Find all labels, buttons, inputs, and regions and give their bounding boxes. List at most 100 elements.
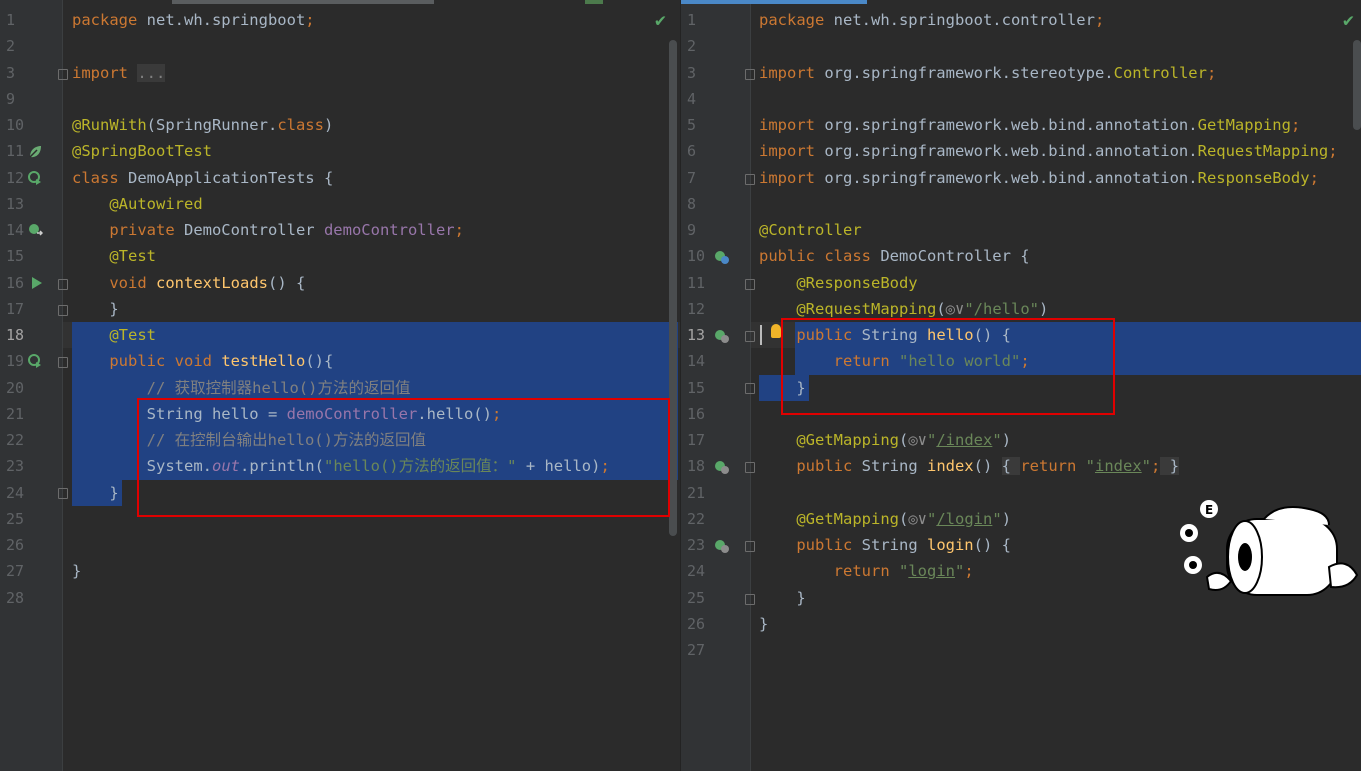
code-text[interactable]: public String index() { return "index"; … (759, 453, 1180, 479)
code-text[interactable]: @GetMapping(◎∨"/login") (759, 506, 1011, 532)
fold-marker[interactable] (58, 357, 68, 368)
code-text[interactable]: // 获取控制器hello()方法的返回值 (72, 375, 411, 401)
line-number: 4 (687, 89, 697, 108)
code-line[interactable]: 11 @SpringBootTest (0, 138, 680, 164)
code-line[interactable]: 4 (681, 86, 1361, 112)
left-editor-pane[interactable]: 1 package net.wh.springboot; 2 3 import ... 9… (0, 0, 680, 771)
code-line[interactable]: 3 import ... (0, 60, 680, 86)
code-line[interactable]: 26 (0, 532, 680, 558)
fold-marker[interactable] (58, 488, 68, 499)
fold-marker[interactable] (58, 279, 68, 290)
code-line[interactable]: 26} (681, 611, 1361, 637)
code-line[interactable]: 15 @Test (0, 243, 680, 269)
code-text[interactable]: private DemoController demoController; (72, 217, 464, 243)
code-line[interactable]: 9 @Controller (681, 217, 1361, 243)
request-mapping-icon[interactable] (714, 459, 730, 475)
fold-marker[interactable] (745, 462, 755, 473)
spring-bean-icon[interactable] (27, 144, 43, 160)
code-line[interactable]: 11 @ResponseBody (681, 270, 1361, 296)
fold-marker[interactable] (58, 305, 68, 316)
left-scrollbar[interactable] (669, 40, 677, 536)
code-text[interactable]: void contextLoads() { (72, 270, 305, 296)
spring-bean-icon[interactable] (714, 249, 730, 265)
code-line[interactable]: 19 public void testHello(){ (0, 348, 680, 374)
code-line[interactable]: 1 package net.wh.springboot; (0, 7, 680, 33)
code-line[interactable]: 16 void contextLoads() { (0, 270, 680, 296)
line-number: 28 (6, 588, 25, 607)
code-text[interactable]: @RunWith(SpringRunner.class) (72, 112, 333, 138)
line-number: 5 (687, 116, 697, 134)
code-text[interactable]: @Test (72, 243, 156, 269)
code-line[interactable]: 2 (0, 33, 680, 59)
code-text[interactable]: public class DemoController { (759, 243, 1030, 269)
line-number: 7 (687, 168, 697, 187)
line-number: 2 (687, 37, 697, 56)
code-line[interactable]: 7 import org.springframework.web.bind.ann… (681, 165, 1361, 191)
code-line[interactable]: 8 (681, 191, 1361, 217)
fold-marker[interactable] (745, 594, 755, 605)
code-text[interactable]: @Test (72, 322, 156, 348)
code-text[interactable]: @Autowired (72, 191, 202, 217)
right-scrollbar[interactable] (1353, 40, 1361, 130)
code-text[interactable]: import org.springframework.stereotype.Co… (759, 60, 1216, 86)
fold-marker[interactable] (745, 383, 755, 394)
request-mapping-icon[interactable] (714, 538, 730, 554)
right-editor-pane[interactable]: 1 package net.wh.springboot.controller; 2 3… (681, 0, 1361, 771)
code-text[interactable]: import ... (72, 60, 166, 86)
fold-marker[interactable] (745, 541, 755, 552)
code-text[interactable]: } (759, 585, 805, 611)
code-line[interactable]: 17 @GetMapping(◎∨"/index") (681, 427, 1361, 453)
code-text[interactable]: import org.springframework.web.bind.anno… (759, 165, 1319, 191)
code-text[interactable]: @ResponseBody (759, 270, 917, 296)
code-line[interactable]: 6 import org.springframework.web.bind.ann… (681, 138, 1361, 164)
code-text[interactable]: } (72, 296, 118, 322)
fold-marker[interactable] (745, 331, 755, 342)
line-number: 22 (687, 509, 706, 528)
code-line[interactable]: 27 (681, 637, 1361, 663)
code-line[interactable]: 27} (0, 558, 680, 584)
code-line[interactable]: 20 // 获取控制器hello()方法的返回值 (0, 375, 680, 401)
code-text[interactable]: package net.wh.springboot; (72, 7, 315, 33)
fold-marker[interactable] (745, 69, 755, 80)
line-number: 15 (6, 247, 25, 266)
code-line[interactable]: 10 @RunWith(SpringRunner.class) (0, 112, 680, 138)
code-line[interactable]: 9 (0, 86, 680, 112)
fold-marker[interactable] (745, 174, 755, 185)
code-text[interactable]: @Controller (759, 217, 862, 243)
code-text[interactable]: } (759, 611, 768, 637)
code-text[interactable]: @GetMapping(◎∨"/index") (759, 427, 1011, 453)
code-text[interactable]: class DemoApplicationTests { (72, 165, 333, 191)
code-line[interactable]: 2 (681, 33, 1361, 59)
code-line[interactable]: 14 private DemoController demoController… (0, 217, 680, 243)
lightbulb-icon[interactable] (771, 324, 781, 338)
request-mapping-icon[interactable] (714, 328, 730, 344)
fold-marker[interactable] (58, 69, 68, 80)
run-test-method-icon[interactable] (27, 353, 43, 369)
code-line[interactable]: 17 } (0, 296, 680, 322)
code-line[interactable]: 18 public String index() { return "index… (681, 453, 1361, 479)
line-number: 24 (6, 483, 25, 502)
code-line[interactable]: 1 package net.wh.springboot.controller; (681, 7, 1361, 33)
code-line[interactable]: 18 @Test (0, 322, 680, 348)
code-line[interactable]: 5 import org.springframework.web.bind.ann… (681, 112, 1361, 138)
code-line[interactable]: 3 import org.springframework.stereotype.C… (681, 60, 1361, 86)
code-line[interactable]: 12 class DemoApplicationTests { (0, 165, 680, 191)
code-text[interactable]: @SpringBootTest (72, 138, 212, 164)
code-line[interactable]: 13 @Autowired (0, 191, 680, 217)
code-line[interactable]: 28 (0, 585, 680, 611)
code-text[interactable]: import org.springframework.web.bind.anno… (759, 112, 1300, 138)
code-text[interactable]: public String login() { (759, 532, 1011, 558)
code-text[interactable]: return "login"; (759, 558, 974, 584)
code-text[interactable]: import org.springframework.web.bind.anno… (759, 138, 1338, 164)
line-number: 17 (687, 431, 706, 449)
code-text[interactable]: public void testHello(){ (72, 348, 333, 374)
code-text[interactable]: package net.wh.springboot.controller; (759, 7, 1104, 33)
fold-marker[interactable] (745, 279, 755, 290)
code-text[interactable]: } (72, 480, 118, 506)
run-test-class-icon[interactable] (27, 170, 43, 186)
run-test-icon[interactable] (29, 275, 45, 291)
autowired-bean-icon[interactable] (27, 222, 43, 238)
line-number: 27 (687, 641, 706, 659)
code-line[interactable]: 10 public class DemoController { (681, 243, 1361, 269)
code-text[interactable]: } (72, 558, 81, 584)
